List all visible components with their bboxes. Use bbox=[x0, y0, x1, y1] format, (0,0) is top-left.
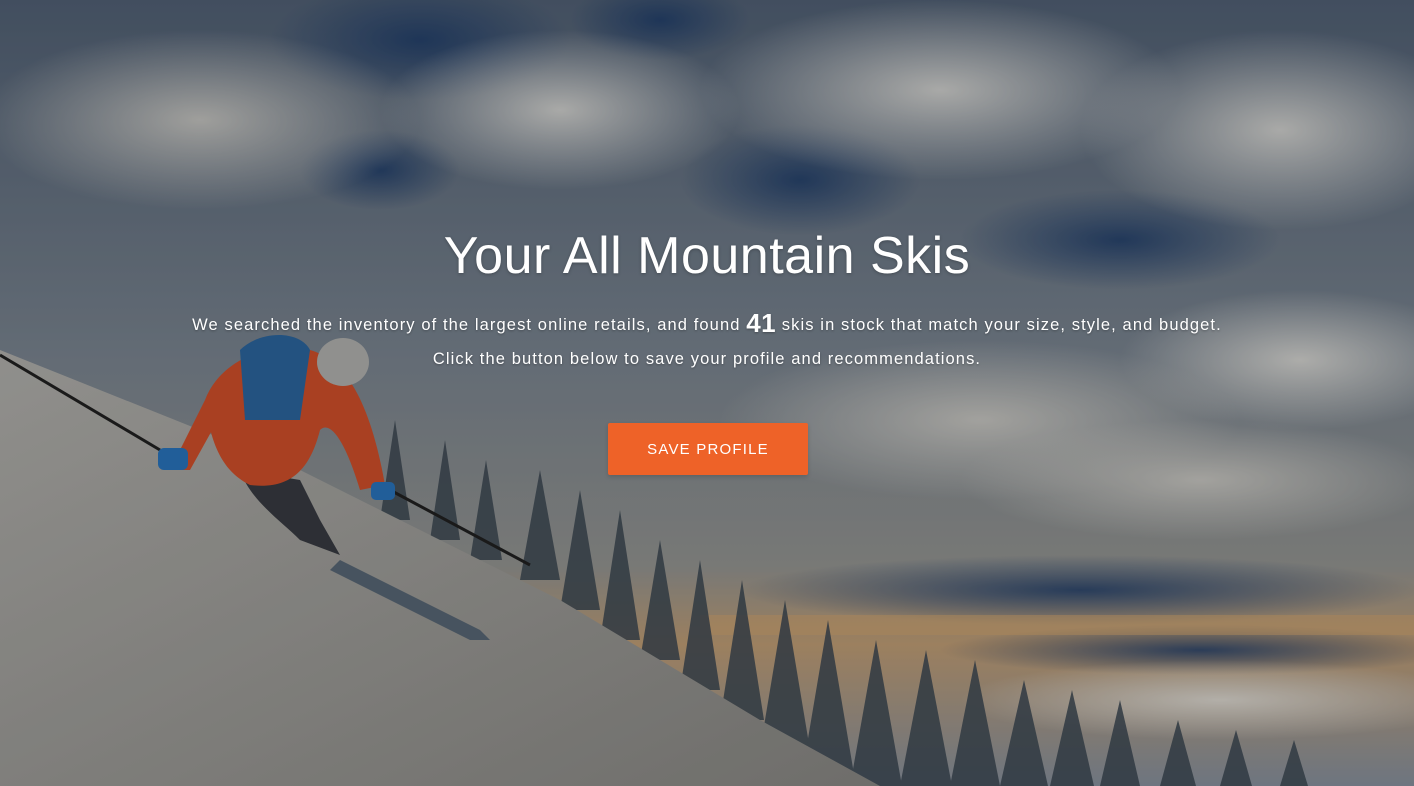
results-summary-start: We searched the inventory of the largest… bbox=[192, 316, 747, 334]
save-instructions: Click the button below to save your prof… bbox=[432, 350, 982, 368]
hero-content: Your All Mountain Skis We searched the i… bbox=[0, 0, 1414, 786]
results-summary-end: skis in stock that match your size, styl… bbox=[776, 316, 1222, 334]
save-profile-button[interactable]: SAVE PROFILE bbox=[608, 423, 808, 475]
results-summary: We searched the inventory of the largest… bbox=[0, 308, 1414, 339]
results-count: 41 bbox=[746, 308, 777, 338]
hero-section: Your All Mountain Skis We searched the i… bbox=[0, 0, 1414, 786]
page-title: Your All Mountain Skis bbox=[443, 227, 971, 285]
